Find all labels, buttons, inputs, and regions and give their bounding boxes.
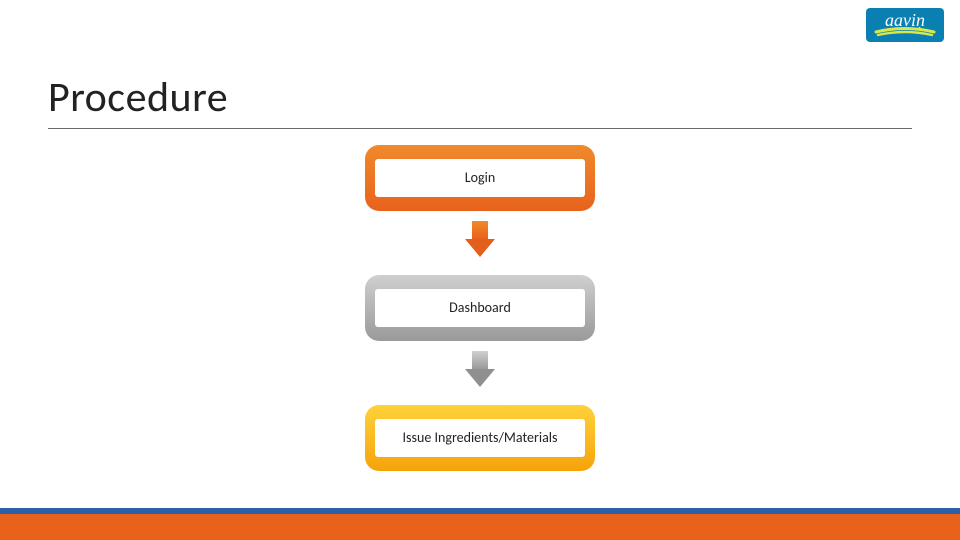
arrow-down-icon: [465, 369, 495, 387]
footer-accent-thick: [0, 514, 960, 540]
flow-arrow-1: [465, 221, 495, 261]
slide: aaviṇ Procedure Login Dashboard Issue In…: [0, 0, 960, 540]
title-underline: [48, 128, 912, 129]
flow-step-label: Issue Ingredients/Materials: [375, 419, 585, 457]
flow-step-issue: Issue Ingredients/Materials: [365, 405, 595, 471]
arrow-shaft: [472, 221, 488, 239]
flow-step-label: Dashboard: [375, 289, 585, 327]
arrow-shaft: [472, 351, 488, 369]
flow-step-dashboard: Dashboard: [365, 275, 595, 341]
arrow-down-icon: [465, 239, 495, 257]
brand-logo: aaviṇ: [866, 8, 944, 42]
flow-step-login: Login: [365, 145, 595, 211]
footer-bars: [0, 506, 960, 540]
page-title: Procedure: [48, 72, 228, 123]
flow-step-label: Login: [375, 159, 585, 197]
flow-arrow-2: [465, 351, 495, 391]
flow-diagram: Login Dashboard Issue Ingredients/Materi…: [0, 145, 960, 471]
